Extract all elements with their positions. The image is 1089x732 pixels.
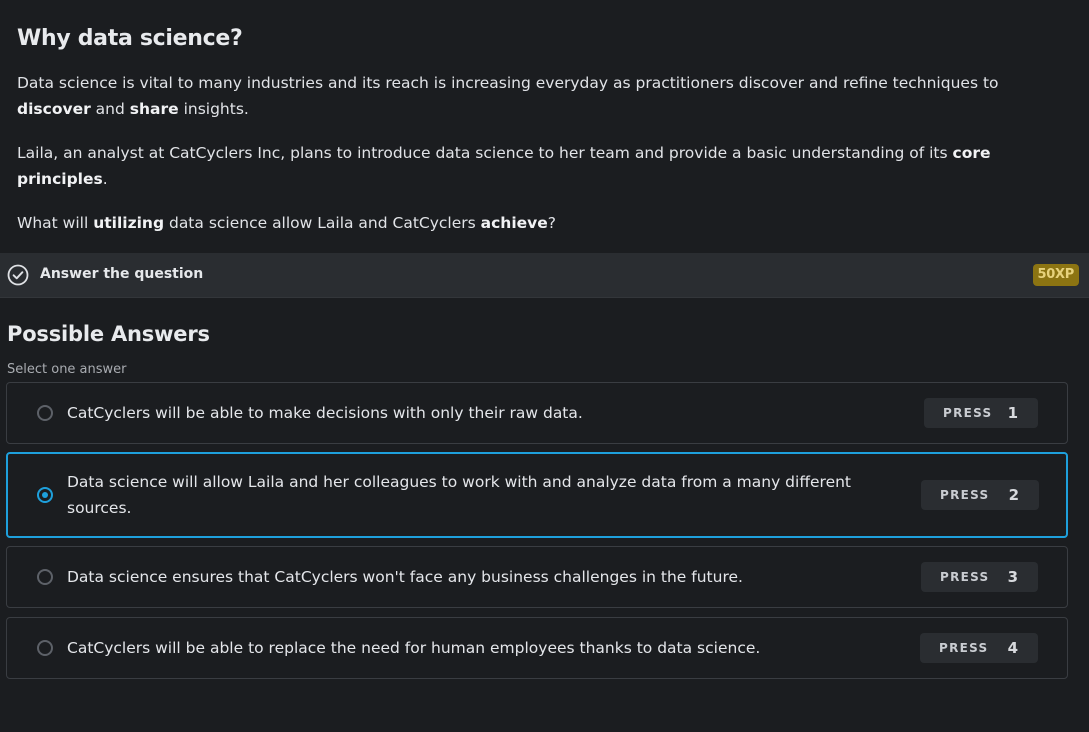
keyboard-shortcut-hint: PRESS 1 [924,398,1038,428]
context-paragraph-1: Data science is vital to many industries… [17,74,999,118]
context-paragraph-2: Laila, an analyst at CatCyclers Inc, pla… [17,144,991,188]
possible-answers-heading: Possible Answers [7,322,210,346]
exercise-context: Why data science? Data science is vital … [0,0,1089,252]
keyboard-shortcut-hint: PRESS 3 [921,562,1038,592]
radio-button-selected[interactable] [37,487,53,503]
check-circle-icon [7,264,29,286]
select-one-answer-hint: Select one answer [7,362,127,377]
answer-option-text: Data science ensures that CatCyclers won… [67,568,743,586]
xp-badge: 50XP [1032,264,1079,286]
exercise-page: Why data science? Data science is vital … [0,0,1089,732]
answer-option-3[interactable]: Data science ensures that CatCyclers won… [6,546,1068,608]
answer-option-2[interactable]: Data science will allow Laila and her co… [6,452,1068,538]
keyboard-shortcut-hint: PRESS 2 [921,480,1039,510]
context-question: What will utilizing data science allow L… [17,214,557,232]
exercise-title: Why data science? [17,26,243,51]
radio-button[interactable] [37,405,53,421]
answer-option-4[interactable]: CatCyclers will be able to replace the n… [6,617,1068,679]
answer-option-text: Data science will allow Laila and her co… [67,473,852,517]
answer-option-1[interactable]: CatCyclers will be able to make decision… [6,382,1068,444]
task-label: Answer the question [40,266,204,282]
task-bar: Answer the question 50XP [0,253,1089,298]
answer-option-text: CatCyclers will be able to make decision… [67,404,583,422]
answer-option-text: CatCyclers will be able to replace the n… [67,639,761,657]
keyboard-shortcut-hint: PRESS 4 [920,633,1038,663]
radio-button[interactable] [37,640,53,656]
radio-button[interactable] [37,569,53,585]
